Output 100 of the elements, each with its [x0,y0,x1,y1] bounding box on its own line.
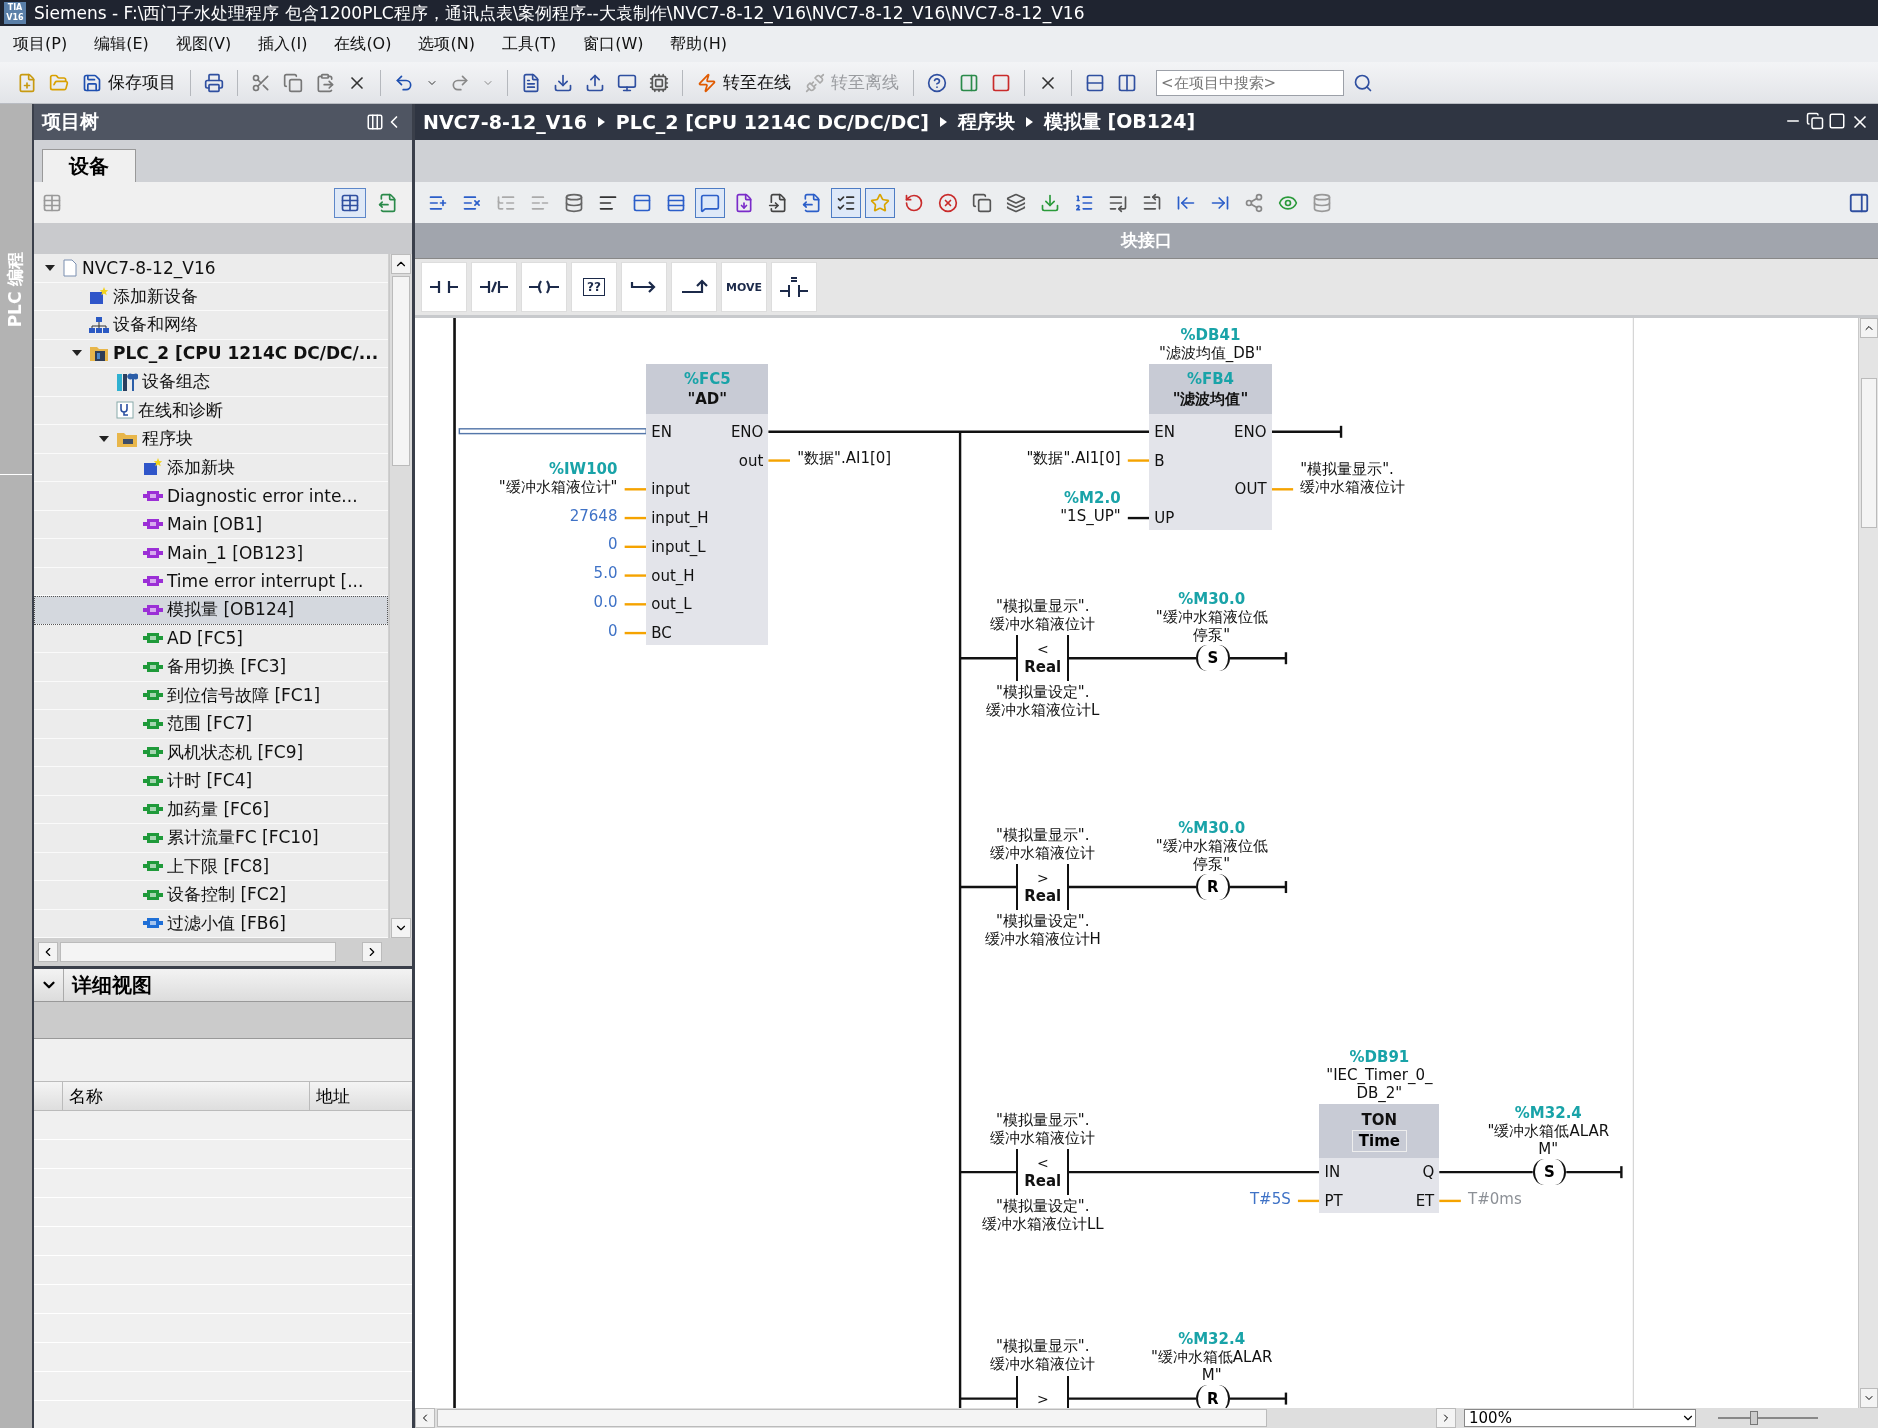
zoom-dropdown[interactable]: 100% [1464,1409,1696,1427]
operand-label: "数据".AI1[0] [797,449,892,468]
column-header[interactable]: 地址 [309,1082,412,1110]
pin-label: BC [651,624,672,643]
pin-label: out_L [651,595,692,614]
menu-item[interactable]: 选项(N) [411,33,495,55]
pin-label: input_H [651,509,709,528]
operand-label: "模拟量显示". 缓冲水箱液位计 [990,825,1096,862]
go-online-button[interactable]: 转至在线 [693,69,795,96]
address-label: %M32.4 [1513,1103,1583,1122]
panel-title: 详细视图 [70,971,152,999]
address-label: %DB41 [1179,325,1242,344]
pin-label: B [1154,451,1165,470]
tree-item[interactable]: 上下限 [FC8] [34,852,388,881]
pin-label: input_L [651,537,706,556]
tree-item[interactable]: 设备和网络 [34,311,388,340]
operand-label: "缓冲水箱液位低 停泵" [1155,836,1268,873]
address-label: %IW100 [548,459,618,478]
operand-label: T#0ms [1468,1189,1522,1208]
function-block[interactable]: %FC5 "AD" EN ENO out input input_H input_L out_H out_L BC [646,363,769,646]
tree-item[interactable]: 添加新设备 [34,282,388,311]
column-header[interactable]: 名称 [62,1082,309,1110]
tree-item[interactable]: 模拟量 [OB124] [34,596,388,625]
tree-item[interactable]: 备用切换 [FC3] [34,653,388,682]
menu-item[interactable]: 工具(T) [494,33,577,55]
function-block[interactable]: %FB4 "滤波均值" EN ENO B OUT UP [1149,363,1272,531]
tree-item[interactable]: PLC_2 [CPU 1214C DC/DC/... [34,339,388,368]
breadcrumb-item[interactable]: 程序块 [957,109,1015,135]
operand-label: "模拟量显示". 缓冲水箱液位计 [990,1337,1096,1374]
instance-label: "IEC_Timer_0_ DB_2" [1326,1065,1433,1102]
menu-item[interactable]: 在线(O) [327,33,412,55]
block-number: %FB4 [1186,368,1235,389]
breadcrumb-item[interactable]: PLC_2 [CPU 1214C DC/DC/DC] [615,111,929,133]
pin-label: OUT [1234,480,1267,499]
tree-item[interactable]: NVC7-8-12_V16 [34,254,388,283]
breadcrumb-item[interactable]: 模拟量 [OB124] [1043,109,1196,135]
tree-item[interactable]: 程序块 [34,425,388,454]
operand-label: "缓冲水箱液位计" [498,477,618,496]
compare-operator: > [1036,1389,1049,1408]
data-type-label: Time [1351,1129,1407,1152]
tree-item[interactable]: 累计流量FC [FC10] [34,824,388,853]
compare-operator: < [1036,640,1049,659]
coil[interactable]: S [1196,645,1230,672]
tree-item[interactable]: 到位信号故障 [FC1] [34,681,388,710]
timer-block[interactable]: TON Time IN Q PT ET [1319,1103,1440,1213]
data-type-label: Real [1024,658,1062,677]
menu-item[interactable]: 窗口(W) [576,33,664,55]
operand-label: "数据".AI1[0] [1026,449,1121,468]
constant-value: 0 [607,621,618,640]
compare-contact[interactable]: < Real [1016,1149,1070,1195]
pin-label: PT [1324,1191,1343,1210]
tree-item[interactable]: 风机状态机 [FC9] [34,738,388,767]
menu-item[interactable]: 编辑(E) [87,33,169,55]
menu-item[interactable]: 插入(I) [251,33,328,55]
pin-label: IN [1324,1163,1341,1182]
breadcrumb-item[interactable]: NVC7-8-12_V16 [423,111,587,133]
constant-value: T#5S [1249,1189,1291,1208]
operand-label: "模拟量显示". 缓冲水箱液位计 [990,1111,1096,1147]
coil[interactable]: R [1196,873,1230,901]
instance-label: "滤波均值_DB" [1158,343,1263,362]
block-name: "滤波均值" [1172,388,1249,409]
devices-tab[interactable]: 设备 [42,149,136,182]
instruction-button[interactable]: MOVE [721,262,767,312]
tree-item[interactable]: AD [FC5] [34,624,388,653]
tree-item[interactable]: 在线和诊断 [34,396,388,425]
tree-item[interactable]: 设备组态 [34,368,388,397]
tree-item[interactable]: Main_1 [OB123] [34,539,388,568]
search-field[interactable]: <在项目中搜索> [1156,69,1344,96]
tree-item[interactable]: Main [OB1] [34,510,388,539]
address-label: %DB91 [1348,1047,1411,1066]
compare-contact[interactable]: > Real [1016,864,1070,910]
block-name: "AD" [687,388,728,409]
compare-operator: > [1036,869,1049,888]
zoom-value: 100% [1469,1409,1512,1427]
tree-item[interactable]: 计时 [FC4] [34,767,388,796]
tree-item[interactable]: 加药量 [FC6] [34,795,388,824]
pin-label: Q [1422,1163,1435,1182]
tree-item[interactable]: Diagnostic error inte... [34,482,388,511]
data-type-label: Real [1024,887,1062,906]
menu-item[interactable]: 项目(P) [6,33,88,55]
menu-item[interactable]: 帮助(H) [663,33,747,55]
compare-operator: < [1036,1154,1049,1173]
pin-label: out_H [651,566,695,585]
address-label: %M30.0 [1177,589,1247,608]
operand-label: "缓冲水箱低ALAR M" [1487,1121,1610,1158]
coil[interactable]: S [1532,1159,1567,1186]
constant-value: 0.0 [593,592,618,611]
menu-item[interactable]: 视图(V) [168,33,252,55]
tree-item[interactable]: 范围 [FC7] [34,710,388,739]
compare-contact[interactable]: < Real [1016,635,1070,681]
save-project-button[interactable]: 保存项目 [78,69,180,96]
app-logo: TIA V16 [4,2,26,24]
instruction-button[interactable]: ?? [571,262,617,312]
tree-item[interactable]: 设备控制 [FC2] [34,881,388,910]
constant-value: 0 [607,535,618,554]
data-type-label: Real [1024,1172,1062,1191]
address-label: %M30.0 [1177,818,1247,837]
tree-item[interactable]: 添加新块 [34,453,388,482]
block-number: %FC5 [683,368,731,389]
panel-title: 项目树 [42,109,100,134]
